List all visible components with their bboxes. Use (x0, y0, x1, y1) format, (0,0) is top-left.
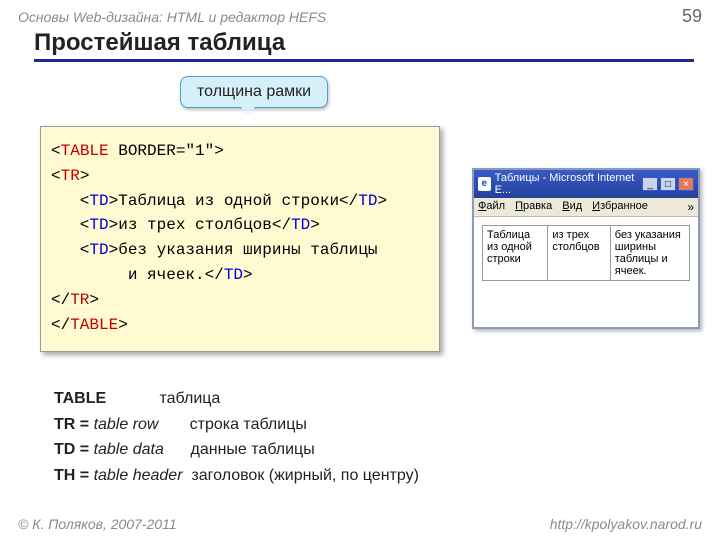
browser-title-text: Таблицы - Microsoft Internet E... (495, 172, 638, 196)
def-th: TH = table header заголовок (жирный, по … (54, 463, 419, 489)
rendered-table: Таблица из одной строки из трех столбцов… (482, 225, 690, 281)
table-row: Таблица из одной строки из трех столбцов… (483, 226, 690, 281)
table-cell: без указания ширины таблицы и ячеек. (610, 226, 689, 281)
table-cell: из трех столбцов (548, 226, 610, 281)
def-tr: TR = table row строка таблицы (54, 412, 419, 438)
browser-window: e Таблицы - Microsoft Internet E... _ □ … (472, 168, 700, 329)
code-example: <TABLE BORDER="1"> <TR> <TD>Таблица из о… (40, 126, 440, 352)
minimize-button[interactable]: _ (642, 177, 658, 191)
footer-url: http://kpolyakov.narod.ru (550, 516, 702, 532)
menu-view[interactable]: Вид (562, 200, 582, 214)
ie-icon: e (478, 177, 491, 191)
table-cell: Таблица из одной строки (483, 226, 548, 281)
browser-titlebar[interactable]: e Таблицы - Microsoft Internet E... _ □ … (474, 170, 698, 198)
menu-file[interactable]: Файл (478, 200, 505, 214)
slide-footer: © К. Поляков, 2007-2011 http://kpolyakov… (0, 510, 720, 540)
browser-viewport: Таблица из одной строки из трех столбцов… (474, 217, 698, 327)
slide-title: Простейшая таблица (34, 29, 694, 62)
menu-favorites[interactable]: Избранное (592, 200, 648, 214)
menu-edit[interactable]: Правка (515, 200, 552, 214)
maximize-button[interactable]: □ (660, 177, 676, 191)
page-number: 59 (682, 6, 702, 27)
callout-border-width: толщина рамки (180, 76, 328, 108)
copyright: © К. Поляков, 2007-2011 (18, 516, 177, 532)
definitions: TABLE таблица TR = table row строка табл… (54, 386, 419, 488)
slide-header: Основы Web-дизайна: HTML и редактор HEFS… (0, 0, 720, 27)
window-buttons: _ □ × (642, 177, 694, 191)
chevron-icon[interactable]: » (687, 200, 694, 214)
def-td: TD = table data данные таблицы (54, 437, 419, 463)
close-button[interactable]: × (678, 177, 694, 191)
def-table: TABLE таблица (54, 386, 419, 412)
course-title: Основы Web-дизайна: HTML и редактор HEFS (18, 9, 326, 25)
browser-menubar: Файл Правка Вид Избранное » (474, 198, 698, 217)
